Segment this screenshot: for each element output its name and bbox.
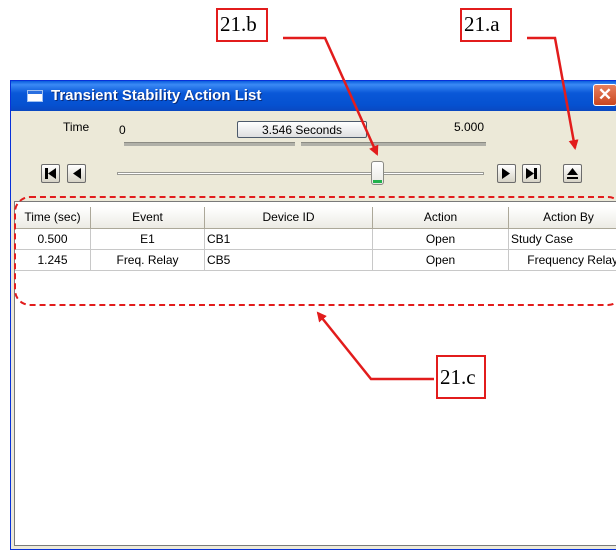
cell-action: Open xyxy=(373,229,509,250)
step-forward-icon xyxy=(502,168,510,179)
time-scale-bar-left xyxy=(124,142,295,146)
cell-time: 0.500 xyxy=(15,229,91,250)
column-header-action[interactable]: Action xyxy=(373,207,509,229)
current-time-display: 3.546 Seconds xyxy=(237,121,367,138)
step-back-button[interactable] xyxy=(67,164,86,183)
action-list-window: Transient Stability Action List ✕ Time 0… xyxy=(10,80,616,550)
cell-event: Freq. Relay xyxy=(91,250,205,271)
step-back-icon xyxy=(73,168,81,179)
callout-label-21b: 21.b xyxy=(216,8,268,42)
callout-label-21a: 21.a xyxy=(460,8,512,42)
action-list-grid[interactable]: Time (sec) Event Device ID Action Action… xyxy=(14,201,616,546)
column-header-action-by[interactable]: Action By xyxy=(509,207,616,229)
time-scale-bar-right xyxy=(301,142,486,146)
column-header-event[interactable]: Event xyxy=(91,207,205,229)
close-icon: ✕ xyxy=(597,85,613,104)
time-slider-thumb[interactable] xyxy=(370,161,384,185)
window-icon xyxy=(27,90,43,102)
eject-button[interactable] xyxy=(563,164,582,183)
title-bar[interactable]: Transient Stability Action List ✕ xyxy=(11,81,616,111)
time-end-value: 5.000 xyxy=(454,120,485,134)
step-forward-button[interactable] xyxy=(497,164,516,183)
close-button[interactable]: ✕ xyxy=(593,84,616,106)
cell-device-id: CB5 xyxy=(205,250,373,271)
time-slider-track[interactable] xyxy=(117,172,484,175)
cell-time: 1.245 xyxy=(15,250,91,271)
skip-to-start-icon xyxy=(45,168,56,179)
callout-label-21c: 21.c xyxy=(436,355,486,399)
cell-action-by: Frequency Relay xyxy=(509,250,616,271)
time-start-value: 0 xyxy=(119,123,126,137)
eject-icon xyxy=(567,168,578,179)
cell-device-id: CB1 xyxy=(205,229,373,250)
time-label: Time xyxy=(63,120,90,134)
skip-to-end-icon xyxy=(526,168,537,179)
cell-event: E1 xyxy=(91,229,205,250)
column-header-time[interactable]: Time (sec) xyxy=(15,207,91,229)
column-header-device-id[interactable]: Device ID xyxy=(205,207,373,229)
first-frame-button[interactable] xyxy=(41,164,60,183)
last-frame-button[interactable] xyxy=(522,164,541,183)
cell-action: Open xyxy=(373,250,509,271)
window-title: Transient Stability Action List xyxy=(51,87,262,104)
cell-action-by: Study Case xyxy=(509,229,616,250)
